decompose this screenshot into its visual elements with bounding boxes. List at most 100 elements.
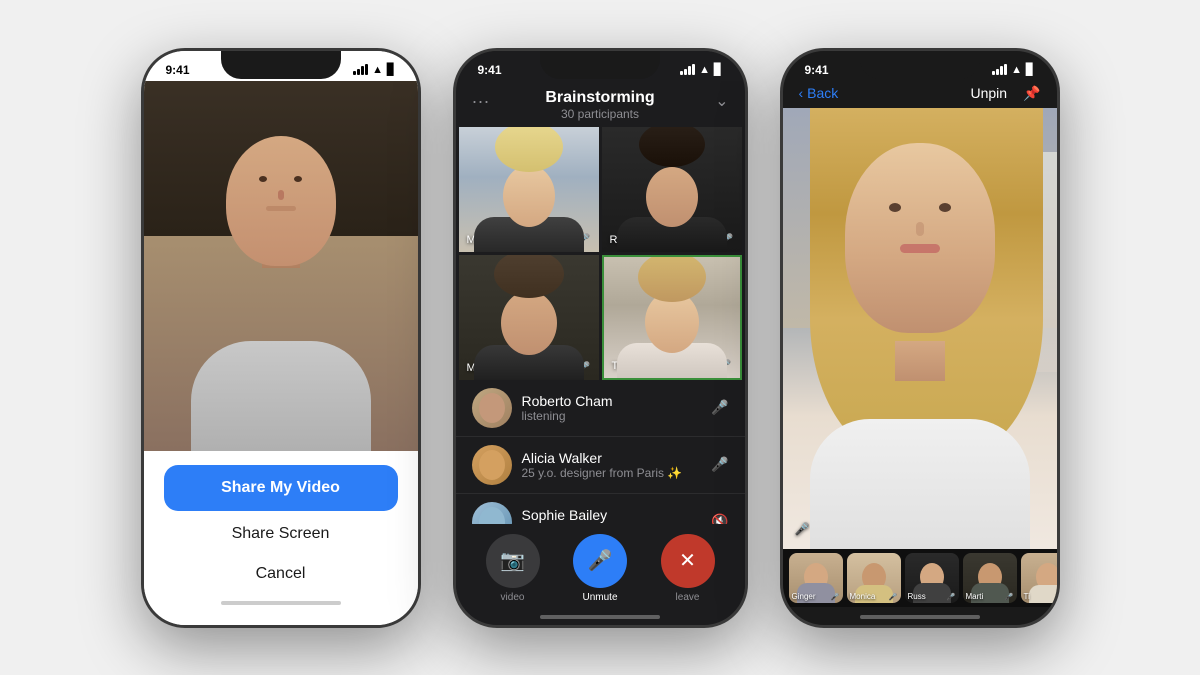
cancel-button[interactable]: Cancel [164, 555, 398, 593]
thumb-ginger[interactable]: Ginger 🎤 [789, 553, 843, 603]
bottom-controls-sheet: Share My Video Share Screen Cancel [144, 451, 418, 625]
signal-bars-2 [680, 64, 695, 75]
video-cell-martin[interactable]: Martin Hersey 🎤 [459, 255, 599, 380]
battery-icon-3: ▊ [1026, 63, 1034, 76]
participant-roberto[interactable]: Roberto Cham listening 🎤 [456, 380, 745, 437]
participant-sophie[interactable]: Sophie Bailey listening 🔇 [456, 494, 745, 524]
call-controls: 📷 video 🎤 Unmute ✕ leave [456, 524, 745, 607]
thumb-ti[interactable]: Ti 🎤 [1021, 553, 1060, 603]
avatar-alicia [472, 445, 512, 485]
video-cell-tina[interactable]: Tina Flowers 🎤 [602, 255, 742, 380]
home-indicator-3 [860, 615, 980, 619]
participant-alicia[interactable]: Alicia Walker 25 y.o. designer from Pari… [456, 437, 745, 494]
chevron-down-icon[interactable]: ⌄ [715, 91, 728, 111]
back-label: Back [807, 85, 838, 101]
wifi-icon-2: ▲ [699, 64, 710, 76]
pinned-header: ‹ Back Unpin 📌 [783, 81, 1057, 108]
mute-label: Unmute [582, 592, 617, 603]
thumb-ginger-label: Ginger [792, 592, 816, 601]
name-roberto: Roberto Cham [522, 393, 702, 409]
thumb-ginger-mic: 🎤 [831, 593, 840, 601]
video-cell-russ[interactable]: Russ Goodwin 🎤 [602, 127, 742, 252]
info-roberto: Roberto Cham listening [522, 393, 702, 423]
nose [278, 190, 284, 200]
participants-count: 30 participants [472, 107, 729, 121]
leave-circle[interactable]: ✕ [661, 534, 715, 588]
wifi-icon-3: ▲ [1011, 64, 1022, 76]
main-pinned-video: 🎤 Tina Flowers [783, 108, 1057, 549]
home-indicator-2 [540, 615, 660, 619]
leave-label: leave [676, 592, 700, 603]
status-bar-1: 9:41 ▲ ▊ [144, 51, 418, 81]
mouth [266, 206, 296, 211]
mute-circle[interactable]: 🎤 [573, 534, 627, 588]
time-1: 9:41 [166, 63, 190, 77]
monica-video [459, 127, 599, 252]
video-circle[interactable]: 📷 [486, 534, 540, 588]
thumb-monica-mic: 🎤 [889, 593, 898, 601]
time-2: 9:41 [478, 63, 502, 77]
mic-sophie-muted: 🔇 [711, 513, 728, 524]
status-icons-2: ▲ ▊ [680, 63, 722, 76]
face-shape [226, 136, 336, 266]
share-screen-button[interactable]: Share Screen [164, 513, 398, 555]
phone-2: 9:41 ▲ ▊ ··· Brainstorming 30 participan… [453, 48, 748, 628]
more-options-button[interactable]: ··· [472, 91, 490, 112]
leave-icon: ✕ [679, 548, 696, 573]
video-cell-monica[interactable]: Monica Bates 🎤 [459, 127, 599, 252]
thumb-monica-label: Monica [850, 592, 876, 601]
video-off-icon: 📷 [500, 548, 525, 573]
pin-icon: 📌 [1023, 85, 1040, 102]
back-button[interactable]: ‹ Back [799, 85, 839, 101]
unpin-button[interactable]: Unpin [970, 85, 1007, 101]
meeting-header: ··· Brainstorming 30 participants ⌄ [456, 81, 745, 127]
main-eyes [845, 203, 995, 212]
status-bar-3: 9:41 ▲ ▊ [783, 51, 1057, 81]
thumb-russ-label: Russ [908, 592, 926, 601]
video-preview: 🚫 ↺ [144, 81, 418, 451]
name-sophie: Sophie Bailey [522, 507, 702, 523]
eyes [226, 176, 336, 182]
mute-icon: 🎤 [588, 548, 613, 573]
video-grid: Monica Bates 🎤 Russ Goodwin 🎤 Martin Her… [459, 127, 742, 380]
status-icons-1: ▲ ▊ [353, 63, 395, 76]
time-3: 9:41 [805, 63, 829, 77]
pinned-mic-icon: 🎤 [795, 522, 810, 536]
thumb-martin[interactable]: Marti 🎤 [963, 553, 1017, 603]
status-bar-2: 9:41 ▲ ▊ [456, 51, 745, 81]
thumb-martin-mic: 🎤 [1005, 593, 1014, 601]
leave-control[interactable]: ✕ leave [661, 534, 715, 603]
body-shape [191, 341, 371, 451]
thumb-russ[interactable]: Russ 🎤 [905, 553, 959, 603]
meeting-title: Brainstorming [472, 89, 729, 107]
mute-control[interactable]: 🎤 Unmute [573, 534, 627, 603]
thumb-ti-label: Ti [1024, 592, 1030, 601]
status-roberto: listening [522, 409, 702, 423]
status-icons-3: ▲ ▊ [992, 63, 1034, 76]
home-indicator [221, 601, 341, 605]
phone-1: 9:41 ▲ ▊ [141, 48, 421, 628]
name-alicia: Alicia Walker [522, 450, 702, 466]
video-control[interactable]: 📷 video [486, 534, 540, 603]
header-actions: Unpin 📌 [970, 85, 1040, 102]
share-my-video-button[interactable]: Share My Video [164, 465, 398, 511]
battery-icon-2: ▊ [714, 63, 722, 76]
info-alicia: Alicia Walker 25 y.o. designer from Pari… [522, 450, 702, 480]
back-chevron-icon: ‹ [799, 85, 804, 101]
wifi-icon-1: ▲ [372, 64, 383, 76]
participants-list: Roberto Cham listening 🎤 Alicia Walker 2… [456, 380, 745, 524]
battery-icon-1: ▊ [387, 63, 395, 76]
status-alicia: 25 y.o. designer from Paris ✨ [522, 466, 702, 480]
video-label: video [501, 592, 525, 603]
mic-roberto: 🎤 [711, 399, 728, 416]
thumb-russ-mic: 🎤 [947, 593, 956, 601]
signal-bars-1 [353, 64, 368, 75]
main-lips [900, 244, 940, 253]
thumb-monica[interactable]: Monica 🎤 [847, 553, 901, 603]
info-sophie: Sophie Bailey listening [522, 507, 702, 524]
phone-3: 9:41 ▲ ▊ ‹ Back Unpin 📌 [780, 48, 1060, 628]
meeting-info: Brainstorming 30 participants [472, 89, 729, 121]
signal-bars-3 [992, 64, 1007, 75]
mic-alicia: 🎤 [711, 456, 728, 473]
avatar-sophie [472, 502, 512, 524]
